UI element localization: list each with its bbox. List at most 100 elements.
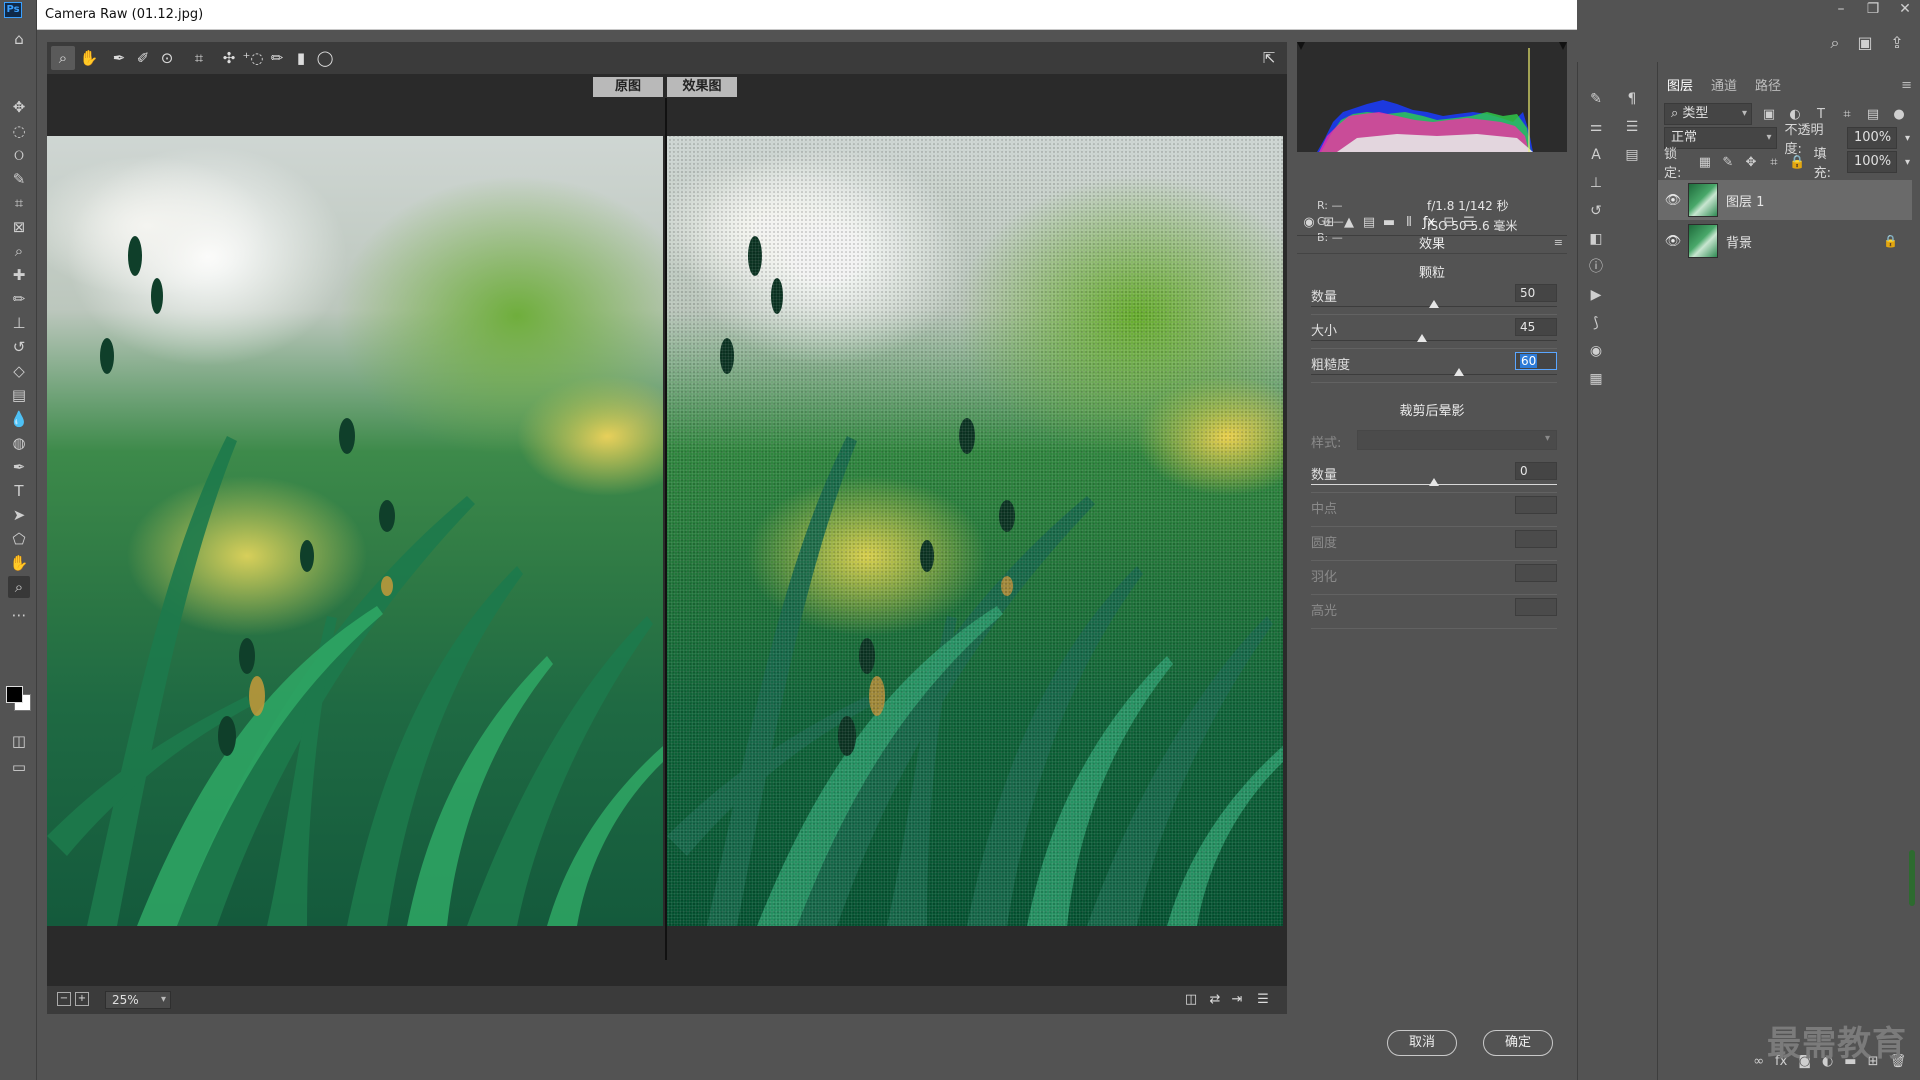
slider-thumb[interactable]: [1429, 300, 1439, 308]
eyedropper-tool-icon[interactable]: ⌕: [8, 240, 30, 262]
layer-row[interactable]: 👁 图层 1: [1658, 180, 1912, 220]
zoom-out-icon[interactable]: −: [57, 992, 71, 1006]
home-icon[interactable]: ⌂: [8, 28, 30, 50]
move-tool-icon[interactable]: ✥: [8, 96, 30, 118]
healing-tool-icon[interactable]: ✚: [8, 264, 30, 286]
smart-filter-icon[interactable]: ▤: [1864, 107, 1882, 122]
grain-roughness-input[interactable]: 60: [1515, 352, 1557, 370]
close-icon[interactable]: ✕: [1889, 0, 1920, 18]
crop-tool-icon[interactable]: ⌗: [8, 192, 30, 214]
grain-size-slider[interactable]: 大小 45: [1311, 318, 1557, 354]
visibility-eye-icon[interactable]: 👁: [1658, 234, 1688, 249]
preview-preferences-icon[interactable]: ☰: [1253, 990, 1273, 1010]
adjustments-icon[interactable]: ⚌: [1584, 116, 1608, 138]
lasso-tool-icon[interactable]: ଠ: [8, 144, 30, 166]
3d-icon[interactable]: ◉: [1584, 340, 1608, 362]
before-after-view-icon[interactable]: ◫: [1181, 990, 1201, 1010]
paths-icon[interactable]: ⟆: [1584, 312, 1608, 334]
history-brush-icon[interactable]: ↺: [8, 336, 30, 358]
ok-button[interactable]: 确定: [1483, 1030, 1553, 1056]
share-icon[interactable]: ⇪: [1886, 32, 1908, 54]
more-tools-icon[interactable]: ⋯: [8, 604, 30, 626]
quick-select-tool-icon[interactable]: ✎: [8, 168, 30, 190]
layer-row[interactable]: 👁 背景 🔒: [1658, 221, 1912, 261]
red-eye-icon[interactable]: ⁺◌: [241, 46, 265, 70]
search-icon[interactable]: ⌕: [1824, 32, 1846, 54]
vignette-amount-input[interactable]: 0: [1515, 462, 1557, 480]
calibration-tab-icon[interactable]: ⊟: [1439, 213, 1459, 233]
slider-thumb[interactable]: [1429, 478, 1439, 486]
split-toning-tab-icon[interactable]: ▬: [1379, 213, 1399, 233]
cancel-button[interactable]: 取消: [1387, 1030, 1457, 1056]
slider-track[interactable]: [1311, 374, 1557, 375]
zoom-in-icon[interactable]: +: [75, 992, 89, 1006]
detail-tab-icon[interactable]: ▲: [1339, 213, 1359, 233]
notes-icon[interactable]: ▤: [1620, 144, 1644, 166]
pixel-filter-icon[interactable]: ▣: [1760, 107, 1778, 122]
copy-settings-icon[interactable]: ⇥: [1227, 990, 1247, 1010]
shape-tool-icon[interactable]: ⬠: [8, 528, 30, 550]
lock-artboard-icon[interactable]: ⌗: [1766, 155, 1781, 170]
opacity-input[interactable]: 100%: [1846, 127, 1897, 149]
timeline-icon[interactable]: ▦: [1584, 368, 1608, 390]
path-select-icon[interactable]: ➤: [8, 504, 30, 526]
grain-amount-input[interactable]: 50: [1515, 284, 1557, 302]
restore-icon[interactable]: ❐: [1857, 0, 1889, 18]
basic-tab-icon[interactable]: ◉: [1299, 213, 1319, 233]
panel-menu-icon[interactable]: ≡: [1554, 236, 1563, 249]
vignette-amount-slider[interactable]: 数量 0: [1311, 462, 1557, 498]
minimize-icon[interactable]: –: [1825, 0, 1857, 18]
stamp-tool-icon[interactable]: ⊥: [8, 312, 30, 334]
tab-layers[interactable]: 图层: [1658, 76, 1702, 98]
filter-toggle-icon[interactable]: ●: [1890, 107, 1908, 122]
fullscreen-toggle-icon[interactable]: ⇱: [1257, 46, 1281, 70]
pen-tool-icon[interactable]: ✒: [8, 456, 30, 478]
swap-settings-icon[interactable]: ⇄: [1205, 990, 1225, 1010]
character-icon[interactable]: A: [1584, 144, 1608, 166]
fill-input[interactable]: 100%: [1846, 151, 1897, 173]
slider-thumb[interactable]: [1416, 334, 1427, 342]
radial-filter-icon[interactable]: ◯: [313, 46, 337, 70]
type-tool-icon[interactable]: T: [8, 480, 30, 502]
paragraph-icon[interactable]: ¶: [1620, 88, 1644, 110]
brush-tool-icon[interactable]: ✏: [8, 288, 30, 310]
actions-icon[interactable]: ▶: [1584, 284, 1608, 306]
lock-all-icon[interactable]: 🔒: [1789, 155, 1805, 170]
crop-icon[interactable]: ⌗: [187, 46, 211, 70]
panel-menu-icon[interactable]: ≡: [1901, 78, 1912, 93]
presets-tab-icon[interactable]: ☰: [1459, 213, 1479, 233]
targeted-adjustment-icon[interactable]: ⊙: [155, 46, 179, 70]
tone-curve-tab-icon[interactable]: ⊞: [1319, 213, 1339, 233]
lock-position-icon[interactable]: ✥: [1743, 155, 1758, 170]
color-sampler-icon[interactable]: ✐: [131, 46, 155, 70]
layer-filter-select[interactable]: ⌕ 类型 ▾: [1664, 103, 1752, 125]
fx-tab-icon[interactable]: ƒx: [1419, 213, 1439, 233]
vignette-style-select[interactable]: ▾: [1357, 430, 1557, 450]
chevron-down-icon[interactable]: ▾: [1905, 157, 1910, 168]
link-layers-icon[interactable]: ∞: [1753, 1054, 1764, 1076]
blur-tool-icon[interactable]: 💧: [8, 408, 30, 430]
visibility-eye-icon[interactable]: 👁: [1658, 193, 1688, 208]
brush-settings-icon[interactable]: ✎: [1584, 88, 1608, 110]
hand-tool-icon[interactable]: ✋: [8, 552, 30, 574]
white-balance-icon[interactable]: ✒: [107, 46, 131, 70]
scrollbar-thumb[interactable]: [1909, 850, 1915, 906]
tab-channels[interactable]: 通道: [1702, 76, 1746, 98]
grain-roughness-slider[interactable]: 粗糙度 60: [1311, 352, 1557, 388]
hand-icon[interactable]: ✋: [77, 46, 101, 70]
grain-amount-slider[interactable]: 数量 50: [1311, 284, 1557, 320]
slider-thumb[interactable]: [1453, 368, 1464, 376]
chevron-down-icon[interactable]: ▾: [1905, 133, 1910, 144]
shape-filter-icon[interactable]: ⌗: [1838, 107, 1856, 122]
spot-removal-icon[interactable]: ✣: [217, 46, 241, 70]
zoom-icon[interactable]: ⌕: [51, 46, 75, 70]
quick-mask-icon[interactable]: ◫: [8, 730, 30, 752]
frame-tool-icon[interactable]: ⊠: [8, 216, 30, 238]
info-icon[interactable]: ⓘ: [1584, 256, 1608, 278]
foreground-color-swatch[interactable]: [6, 686, 23, 703]
history-icon[interactable]: ↺: [1584, 200, 1608, 222]
eraser-tool-icon[interactable]: ◇: [8, 360, 30, 382]
screen-mode-icon[interactable]: ▭: [8, 756, 30, 778]
hsl-tab-icon[interactable]: ▤: [1359, 213, 1379, 233]
clone-source-icon[interactable]: ⊥: [1584, 172, 1608, 194]
